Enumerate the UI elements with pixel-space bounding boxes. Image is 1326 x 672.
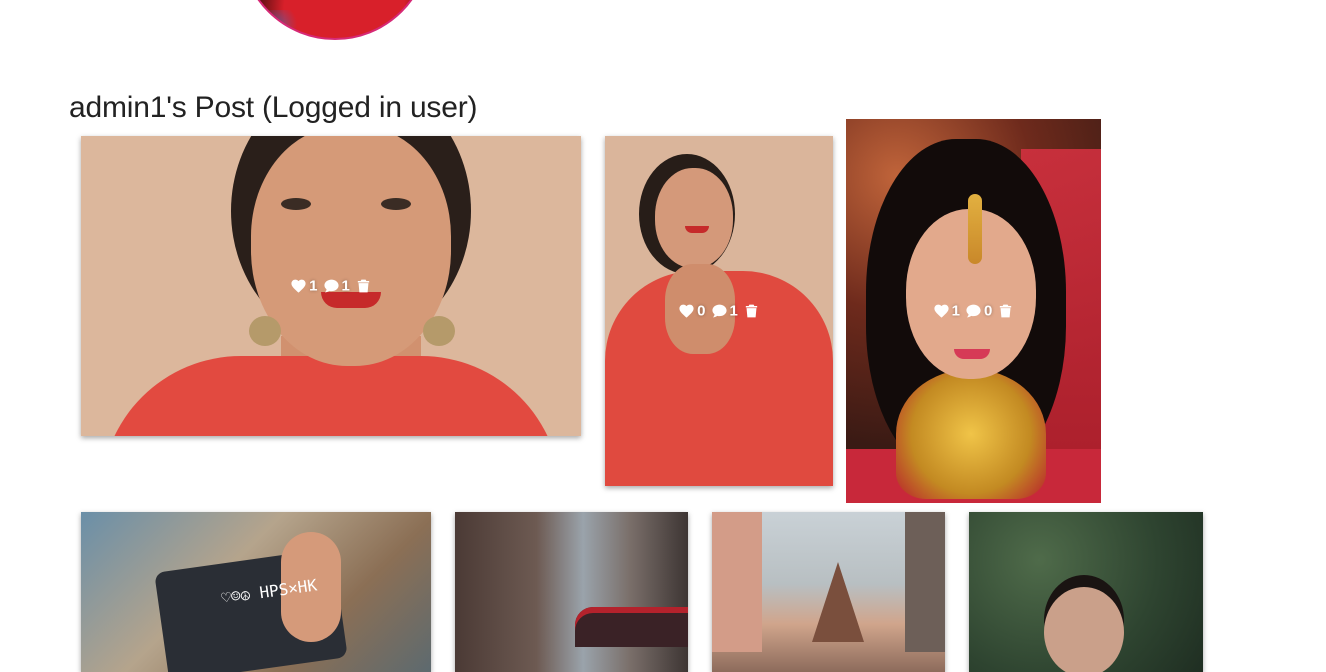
post-card-4[interactable]: ♡☺☮ HPS×HK xyxy=(81,512,431,672)
heart-icon[interactable] xyxy=(933,303,950,320)
heart-icon[interactable] xyxy=(290,278,307,295)
comment-count: 1 xyxy=(341,277,350,295)
post-stats: 1 1 xyxy=(81,278,581,295)
post-card-7[interactable] xyxy=(969,512,1203,672)
like-count: 1 xyxy=(951,302,960,320)
comment-count: 0 xyxy=(984,302,993,320)
comment-icon[interactable] xyxy=(711,303,728,320)
post-card-6[interactable] xyxy=(712,512,945,672)
post-photo-7 xyxy=(969,512,1203,672)
post-card-3[interactable]: 1 0 xyxy=(846,119,1101,503)
like-count: 1 xyxy=(309,277,318,295)
comment-count: 1 xyxy=(729,302,738,320)
post-stats: 1 0 xyxy=(846,303,1101,320)
post-photo-6 xyxy=(712,512,945,672)
post-photo-5 xyxy=(455,512,688,672)
trash-icon[interactable] xyxy=(355,278,372,295)
post-card-5[interactable] xyxy=(455,512,688,672)
post-stats: 0 1 xyxy=(605,303,833,320)
posts-section-title: admin1's Post (Logged in user) xyxy=(69,91,478,124)
post-card-1[interactable]: 1 1 xyxy=(81,136,581,436)
avatar-light xyxy=(252,10,302,38)
post-photo-4: ♡☺☮ HPS×HK xyxy=(81,512,431,672)
comment-icon[interactable] xyxy=(965,303,982,320)
trash-icon[interactable] xyxy=(743,303,760,320)
profile-avatar[interactable] xyxy=(240,0,430,40)
post-card-2[interactable]: 0 1 xyxy=(605,136,833,486)
comment-icon[interactable] xyxy=(323,278,340,295)
like-count: 0 xyxy=(697,302,706,320)
trash-icon[interactable] xyxy=(997,303,1014,320)
heart-icon[interactable] xyxy=(678,303,695,320)
